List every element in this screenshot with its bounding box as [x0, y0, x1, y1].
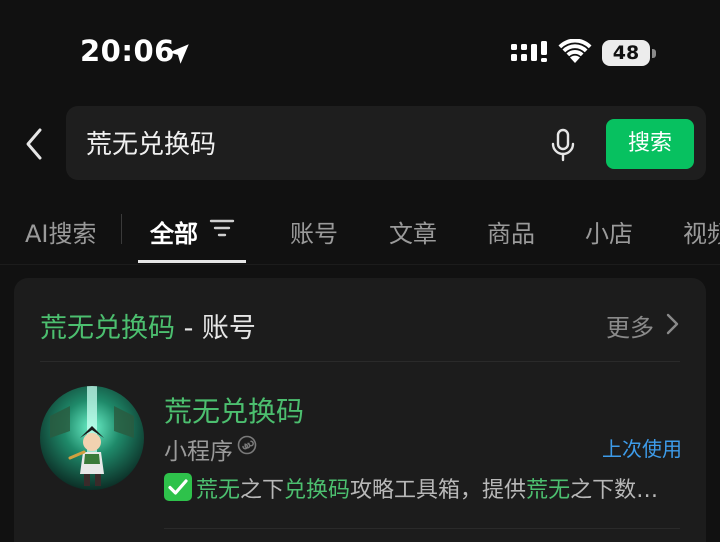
tab-accounts[interactable]: 账号 — [290, 214, 338, 249]
section-title-keyword: 荒无兑换码 — [40, 313, 175, 344]
tab-videos[interactable]: 视频 — [683, 214, 720, 249]
tab-divider — [121, 214, 122, 244]
active-tab-indicator — [138, 260, 246, 263]
wifi-icon — [558, 39, 592, 63]
tab-shops[interactable]: 小店 — [585, 214, 633, 249]
check-mark-icon — [164, 473, 192, 501]
desc-part: 之下 — [240, 478, 285, 503]
section-title: 荒无兑换码 - 账号 — [40, 306, 256, 345]
chevron-right-icon[interactable] — [664, 312, 680, 336]
status-bar: 20:06 48 — [0, 0, 720, 100]
mini-program-icon — [237, 435, 257, 455]
result-type: 小程序 — [164, 439, 233, 465]
battery-tip — [652, 49, 656, 58]
section-title-suffix: - 账号 — [175, 313, 256, 344]
more-link[interactable]: 更多 — [606, 308, 654, 343]
search-box[interactable]: 荒无兑换码 搜索 — [66, 106, 706, 180]
microphone-icon[interactable] — [550, 128, 576, 162]
result-description: 荒无之下兑换码攻略工具箱，提供荒无之下数… — [196, 472, 684, 504]
tab-articles[interactable]: 文章 — [389, 214, 437, 249]
battery-level: 48 — [612, 42, 640, 64]
desc-part: 攻略工具箱，提供 — [350, 478, 527, 503]
search-button[interactable]: 搜索 — [606, 119, 694, 169]
tab-products[interactable]: 商品 — [487, 214, 535, 249]
location-arrow-icon — [169, 44, 189, 64]
desc-part: 兑换码 — [284, 478, 351, 503]
tab-ai-search[interactable]: AI搜索 — [25, 214, 97, 249]
filter-tabs: AI搜索 全部 账号 文章 商品 小店 视频 — [0, 196, 720, 264]
result-name[interactable]: 荒无兑换码 — [164, 390, 304, 430]
last-used-label: 上次使用 — [602, 437, 682, 461]
row-divider — [164, 528, 680, 529]
card-divider — [40, 361, 680, 362]
battery-icon: 48 — [602, 40, 656, 66]
tabs-divider — [0, 264, 720, 265]
tab-all[interactable]: 全部 — [150, 214, 198, 249]
desc-part: 荒无 — [196, 478, 241, 503]
mini-program-avatar[interactable] — [40, 386, 144, 490]
search-input[interactable]: 荒无兑换码 — [86, 124, 216, 161]
filter-icon[interactable] — [208, 218, 236, 238]
back-chevron-icon[interactable] — [22, 126, 48, 162]
desc-part: 荒无 — [526, 478, 571, 503]
desc-part: 之下数… — [570, 478, 659, 503]
cellular-signal-icon — [511, 41, 547, 62]
status-time: 20:06 — [80, 34, 175, 68]
account-results-card: 荒无兑换码 - 账号 更多 荒无兑换码 小程序 上次使用 荒无之下兑换码攻略工具… — [14, 278, 706, 542]
